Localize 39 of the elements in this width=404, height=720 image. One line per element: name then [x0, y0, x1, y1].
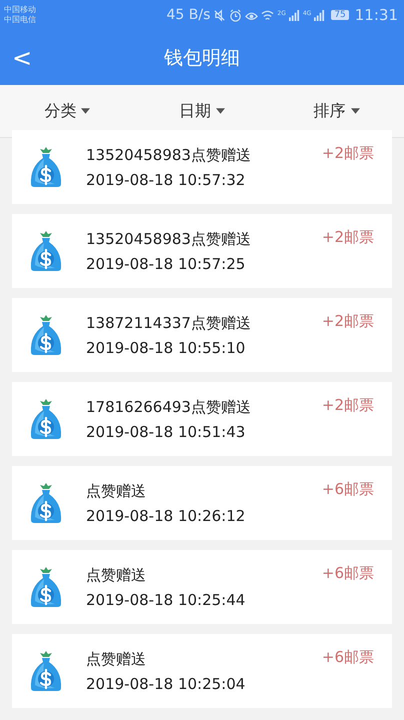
record-title: 13520458983点赞赠送 — [86, 230, 252, 248]
alarm-icon — [229, 8, 242, 22]
caret-icon — [216, 108, 225, 114]
record-title: 13520458983点赞赠送 — [86, 146, 252, 164]
record-time: 2019-08-18 10:55:10 — [86, 338, 246, 356]
carrier-name: 中国电信 — [4, 15, 36, 25]
record-title: 17816266493点赞赠送 — [86, 398, 252, 416]
wifi-icon — [261, 8, 274, 22]
carrier-name: 中国移动 — [4, 5, 36, 15]
record-time: 2019-08-18 10:51:43 — [86, 422, 246, 440]
filter-dropdown[interactable]: 日期 — [172, 100, 231, 122]
caret-icon — [350, 108, 360, 114]
record-title: 点赞赠送 — [86, 650, 147, 668]
record-time: 2019-08-18 10:25:04 — [86, 674, 246, 692]
battery-level: 75 — [331, 10, 349, 20]
record-time: 2019-08-18 10:57:32 — [86, 170, 246, 188]
record-amount: +2邮票 — [322, 228, 374, 247]
record-time: 2019-08-18 10:26:12 — [86, 506, 246, 524]
clock: 11:31 — [354, 6, 398, 24]
network-speed: 45 B/s — [166, 7, 210, 23]
record-amount: +2邮票 — [322, 144, 374, 163]
record-amount: +6邮票 — [322, 564, 374, 583]
page-title: 钱包明细 — [164, 46, 240, 70]
filter-dropdown[interactable]: 排序 — [308, 100, 366, 122]
record-time: 2019-08-18 10:25:44 — [86, 590, 246, 608]
filter-dropdown[interactable]: 分类 — [38, 100, 96, 122]
caret-icon — [81, 108, 90, 114]
mute-icon — [213, 8, 226, 22]
record-amount: +2邮票 — [322, 312, 374, 331]
record-amount: +6邮票 — [322, 648, 374, 667]
record-amount: +2邮票 — [322, 396, 374, 415]
record-title: 点赞赠送 — [86, 482, 147, 500]
signal-icon — [288, 10, 300, 20]
signal-icon — [314, 10, 326, 20]
record-amount: +6邮票 — [322, 480, 374, 499]
back-button[interactable]: < — [0, 44, 44, 72]
record-title: 13872114337点赞赠送 — [86, 314, 252, 332]
record-title: 点赞赠送 — [86, 566, 147, 584]
record-time: 2019-08-18 10:57:25 — [86, 254, 246, 272]
